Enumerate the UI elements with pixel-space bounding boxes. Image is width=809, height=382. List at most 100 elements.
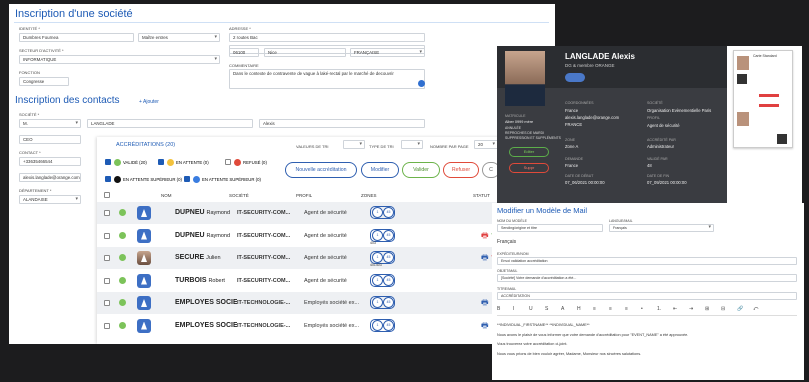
matricule-label: MATRICULE: [505, 114, 526, 118]
identite-label: IDENTITÉ *: [19, 26, 40, 31]
toolbar-button[interactable]: S: [545, 306, 548, 312]
card-title: Carte Standard: [753, 54, 777, 58]
valide-dot: [114, 159, 121, 166]
attente-sup1-legend: EN ATTENTE SUPÉRIEUR (0): [123, 177, 182, 182]
toolbar-button[interactable]: •: [641, 306, 643, 312]
cp-input[interactable]: 06100: [229, 48, 259, 57]
table-row[interactable]: DUPNEU Raymond IT-SECURITY-COM... Agent …: [97, 225, 555, 247]
tel-input[interactable]: +33635466544: [19, 157, 81, 166]
table-row[interactable]: EMPLOYÉS SOCIÉT IT-TECHNOLOGIE-... Emplo…: [97, 315, 555, 337]
new-accreditation-button[interactable]: Nouvelle accréditation: [285, 162, 357, 178]
langue-select[interactable]: Français: [609, 224, 714, 232]
edit-button[interactable]: Editer: [509, 147, 549, 157]
toolbar-button[interactable]: 🔗: [737, 306, 743, 312]
toolbar-button[interactable]: B: [497, 306, 500, 312]
toolbar-button[interactable]: ⤺: [753, 306, 758, 312]
row-checkbox[interactable]: [104, 255, 110, 261]
valeurs-tri-select[interactable]: [343, 140, 365, 149]
select-all-checkbox[interactable]: [104, 192, 110, 198]
valide-checkbox[interactable]: [105, 159, 111, 165]
table-row[interactable]: EMPLOYÉS SOCIÉT IT-TECHNOLOGIE-... Emplo…: [97, 292, 555, 314]
row-checkbox[interactable]: [104, 322, 110, 329]
nom-input[interactable]: LANGLADE: [87, 119, 253, 128]
toolbar-button[interactable]: ≡: [625, 306, 628, 312]
row-name: SECURE Julien: [175, 254, 221, 261]
pays-select[interactable]: FRANÇAISE: [350, 48, 425, 57]
contact-societe-label: SOCIÉTÉ *: [19, 112, 40, 117]
row-company: IT-TECHNOLOGIE-...: [237, 322, 291, 329]
toolbar-button[interactable]: I: [513, 306, 514, 312]
modifier-button[interactable]: Modifier: [361, 162, 399, 178]
card-red-line: [759, 94, 779, 97]
par-page-select[interactable]: 20: [474, 140, 498, 149]
toolbar-button[interactable]: ⇥: [689, 306, 693, 312]
secteur-select[interactable]: INFORMATIQUE: [19, 55, 220, 64]
row-checkbox[interactable]: [104, 210, 110, 216]
profile-company: DG & membre ORANGE: [565, 63, 615, 68]
prenom-input[interactable]: Alexis: [259, 119, 425, 128]
zone-badge: 45: [383, 207, 394, 218]
table-row[interactable]: DUPNEU Raymond IT-SECURITY-COM... Agent …: [97, 202, 555, 224]
body-line: **INDIVIDUAL_FIRSTNAME** **INDIVIDUAL_NA…: [497, 323, 590, 327]
mail-body[interactable]: **INDIVIDUAL_FIRSTNAME** **INDIVIDUAL_NA…: [497, 321, 797, 359]
profile-toggle[interactable]: [565, 73, 585, 82]
toolbar-button[interactable]: ⊞: [705, 306, 709, 312]
row-profile: Agent de sécurité: [304, 277, 347, 284]
row-checkbox[interactable]: [104, 300, 110, 306]
attente-checkbox[interactable]: [158, 159, 164, 165]
toolbar-button[interactable]: ⊟: [721, 306, 725, 312]
email-input[interactable]: alexis.langlade@orange.com: [19, 173, 81, 182]
titre-input[interactable]: ACCRÉDITATION: [497, 292, 797, 300]
refuse-checkbox[interactable]: [225, 159, 231, 165]
attente-sup2-legend: EN ATTENTE SUPÉRIEUR (0): [202, 177, 261, 182]
row-checkbox[interactable]: [104, 277, 110, 284]
print-icon[interactable]: 🖶: [481, 297, 489, 311]
avatar: [137, 251, 151, 265]
expediteur-input[interactable]: Envoi validation accréditation: [497, 257, 797, 265]
nom-modele-input[interactable]: Sending/origine et titre: [497, 224, 603, 232]
toolbar-button[interactable]: ⇤: [673, 306, 677, 312]
adresse-input[interactable]: 2 routes Bac: [229, 33, 425, 42]
fin-label: DATE DE FIN: [647, 174, 670, 178]
row-checkbox[interactable]: [104, 232, 110, 239]
row-name: DUPNEU Raymond: [175, 231, 231, 239]
toolbar-button[interactable]: 1.: [657, 306, 661, 312]
ville-input[interactable]: Nice: [264, 48, 346, 57]
coordonnees-label: COORDONNÉES: [565, 101, 594, 105]
body-line: Nous avons le plaisir de vous informer q…: [497, 332, 689, 337]
attente-sup1-checkbox[interactable]: [105, 176, 111, 182]
print-icon[interactable]: 🖶: [481, 230, 489, 244]
fonction-input[interactable]: Congresse: [19, 77, 69, 86]
attente-sup2-checkbox[interactable]: [184, 176, 190, 182]
toolbar-button[interactable]: U: [529, 306, 533, 312]
zone-badge: 45: [383, 229, 394, 241]
print-icon[interactable]: 🖶: [481, 252, 489, 266]
objet-input[interactable]: [Société] Votre demande d'accréditation …: [497, 274, 797, 282]
refuser-button[interactable]: Refuser: [443, 162, 479, 178]
civilite-select[interactable]: M.: [19, 119, 81, 128]
toolbar-button[interactable]: H: [577, 306, 581, 312]
dept-select[interactable]: ALANDAISE: [19, 195, 81, 204]
toolbar-button[interactable]: ≡: [609, 306, 612, 312]
print-icon[interactable]: 🖶: [481, 320, 489, 334]
table-row[interactable]: TURBOIS Robert IT-SECURITY-COM... Agent …: [97, 270, 555, 292]
refuse-legend: REFUSÉ (0): [243, 160, 267, 165]
table-row[interactable]: SECURE Julien IT-SECURITY-COM... Agent d…: [97, 247, 555, 269]
delete-button[interactable]: Suppr: [509, 163, 549, 173]
contact-label: CONTACT *: [19, 150, 41, 155]
check-icon: [418, 80, 425, 87]
poste-input[interactable]: CEO: [19, 135, 81, 144]
commentaire-textarea[interactable]: Dans le contexte de contravente de vague…: [229, 69, 425, 89]
toolbar-button[interactable]: ≡: [593, 306, 596, 312]
zone-badge: 1: [372, 274, 383, 286]
toolbar-button[interactable]: A: [561, 306, 564, 312]
identite-input[interactable]: Dumbres Fournea: [19, 33, 134, 42]
fin-value: 07_09/2021 00:00:00: [647, 180, 687, 185]
valider-button[interactable]: Valider: [402, 162, 440, 178]
add-contact-link[interactable]: + Ajouter: [139, 99, 159, 105]
type-tri-select[interactable]: [401, 140, 423, 149]
dept-line-3: SUPPRESSION ET SUPPLÉMENTS: [505, 136, 561, 140]
body-line: Vous trouverez votre accréditation ci-jo…: [497, 342, 568, 346]
identite-select[interactable]: Maître entres: [138, 33, 220, 42]
row-company: IT-SECURITY-COM...: [237, 210, 291, 216]
